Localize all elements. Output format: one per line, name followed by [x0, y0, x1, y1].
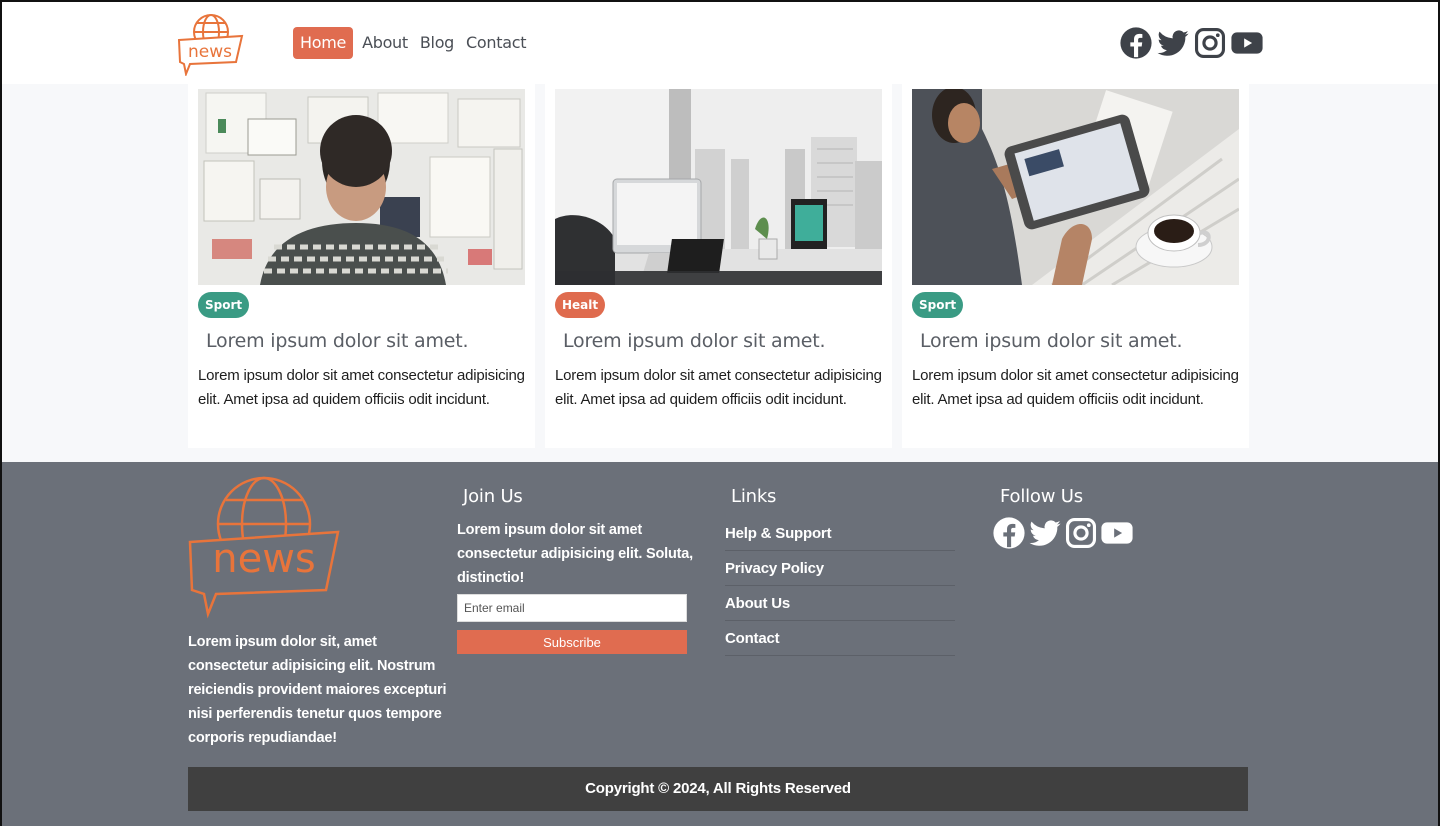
about-us-link[interactable]: About Us: [725, 595, 790, 612]
copyright-bar: Copyright © 2024, All Rights Reserved: [188, 767, 1248, 811]
list-item: Privacy Policy: [725, 551, 955, 586]
news-logo[interactable]: news: [186, 474, 346, 620]
footer-links: Help & Support Privacy Policy About Us C…: [725, 516, 955, 656]
footer-social-links: [992, 516, 1134, 550]
list-item: About Us: [725, 586, 955, 621]
category-badge[interactable]: Sport: [198, 292, 250, 318]
list-item: Contact: [725, 621, 955, 656]
office-desk-with-imac-photo: [555, 89, 882, 285]
youtube-icon[interactable]: [1100, 516, 1134, 550]
site-footer: news Lorem ipsum dolor sit, amet consect…: [2, 462, 1438, 826]
news-logo[interactable]: news: [176, 12, 246, 76]
help-support-link[interactable]: Help & Support: [725, 525, 832, 542]
article-card[interactable]: Healt Lorem ipsum dolor sit amet. Lorem …: [545, 84, 892, 448]
man-reading-tablet-photo: [912, 89, 1239, 285]
card-title[interactable]: Lorem ipsum dolor sit amet.: [563, 330, 882, 352]
category-badge[interactable]: Sport: [912, 292, 964, 318]
svg-text:news: news: [188, 42, 232, 62]
facebook-icon[interactable]: [1119, 26, 1153, 60]
footer-about-text: Lorem ipsum dolor sit, amet consectetur …: [188, 634, 447, 746]
article-card[interactable]: Sport Lorem ipsum dolor sit amet. Lorem …: [188, 84, 535, 448]
subscribe-button[interactable]: Subscribe: [457, 630, 687, 654]
twitter-icon[interactable]: [1156, 26, 1190, 60]
main-nav: Home About Blog Contact: [293, 27, 529, 59]
instagram-icon[interactable]: [1064, 516, 1098, 550]
join-us-text: Lorem ipsum dolor sit amet consectetur a…: [457, 522, 693, 586]
card-excerpt: Lorem ipsum dolor sit amet consectetur a…: [555, 367, 882, 408]
email-field[interactable]: [457, 594, 687, 622]
nav-blog[interactable]: Blog: [417, 27, 457, 59]
article-card[interactable]: Sport Lorem ipsum dolor sit amet. Lorem …: [902, 84, 1249, 448]
instagram-icon[interactable]: [1193, 26, 1227, 60]
card-title[interactable]: Lorem ipsum dolor sit amet.: [206, 330, 525, 352]
follow-us-heading: Follow Us: [1000, 486, 1083, 507]
category-badge[interactable]: Healt: [555, 292, 606, 318]
card-title[interactable]: Lorem ipsum dolor sit amet.: [920, 330, 1239, 352]
facebook-icon[interactable]: [992, 516, 1026, 550]
header-social-links: [1119, 26, 1264, 60]
join-us-heading: Join Us: [463, 486, 523, 507]
links-heading: Links: [731, 486, 777, 507]
nav-home[interactable]: Home: [293, 27, 354, 59]
site-header: news Home About Blog Contact: [2, 2, 1438, 84]
svg-text:news: news: [212, 536, 316, 582]
man-looking-at-moodboard-photo: [198, 89, 525, 285]
contact-link[interactable]: Contact: [725, 630, 780, 647]
twitter-icon[interactable]: [1028, 516, 1062, 550]
youtube-icon[interactable]: [1230, 26, 1264, 60]
nav-contact[interactable]: Contact: [463, 27, 529, 59]
card-excerpt: Lorem ipsum dolor sit amet consectetur a…: [198, 367, 525, 408]
article-cards: Sport Lorem ipsum dolor sit amet. Lorem …: [188, 84, 1249, 448]
list-item: Help & Support: [725, 516, 955, 551]
nav-about[interactable]: About: [359, 27, 411, 59]
privacy-policy-link[interactable]: Privacy Policy: [725, 560, 824, 577]
card-excerpt: Lorem ipsum dolor sit amet consectetur a…: [912, 367, 1239, 408]
